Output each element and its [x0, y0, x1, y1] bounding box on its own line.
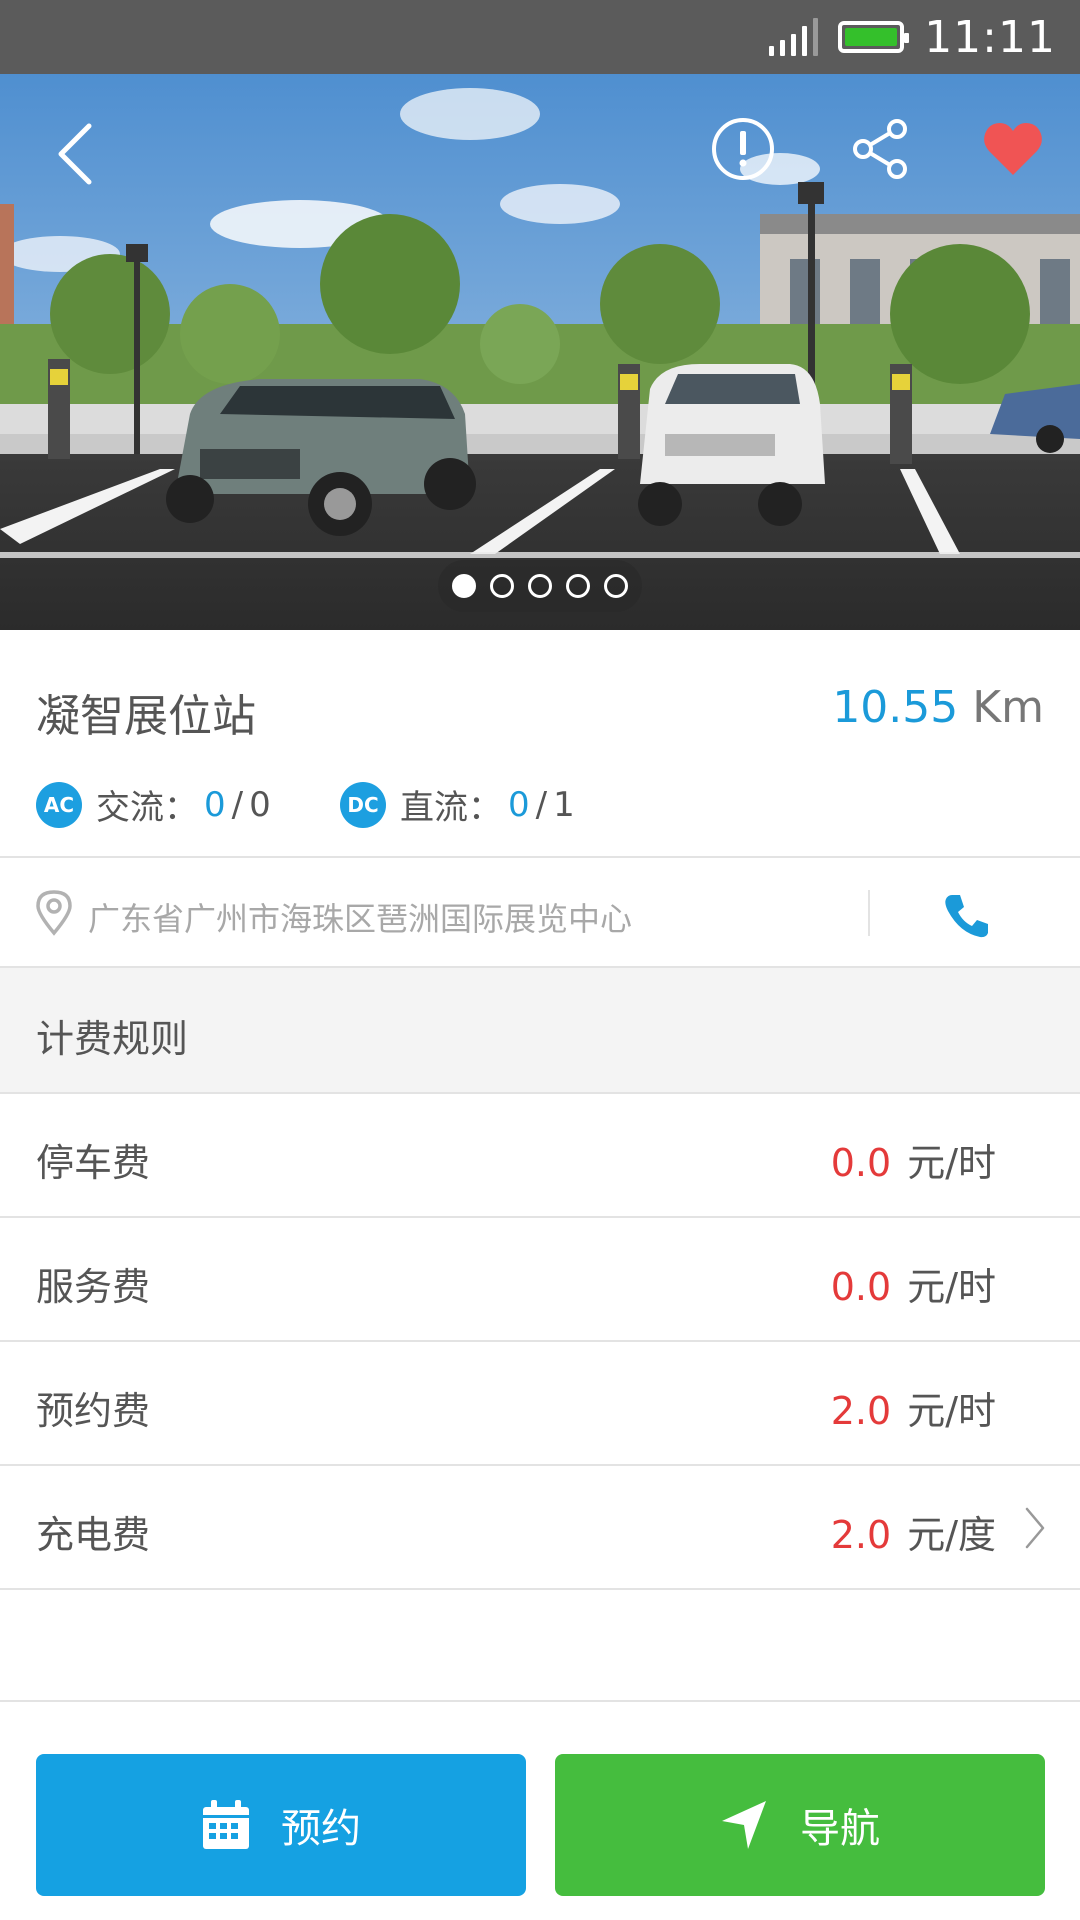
station-photo	[0, 74, 1080, 630]
station-info: 凝智展位站 10.55 Km AC 交流： 0 / 0 DC 直流： 0 / 1	[0, 630, 1080, 858]
fee-rules-header: 计费规则	[0, 968, 1080, 1094]
ac-badge: AC	[36, 781, 82, 828]
carousel-indicator	[438, 560, 642, 612]
phone-icon	[945, 895, 988, 938]
reserve-label: 预约	[281, 1806, 361, 1852]
fee-unit: 元/时	[907, 1141, 996, 1185]
reserve-button[interactable]: 预约	[36, 1754, 526, 1896]
share-icon	[853, 119, 907, 179]
fee-value: 0.0 元/时	[831, 1132, 996, 1187]
signal-icon	[769, 18, 819, 56]
dc-total: 1	[553, 784, 575, 825]
fee-price: 2.0	[830, 1513, 892, 1557]
fee-value: 2.0 元/时	[831, 1380, 996, 1435]
dc-label: 直流：	[400, 788, 502, 828]
carousel-dot[interactable]	[452, 574, 476, 598]
fee-label: 预约费	[36, 1389, 151, 1433]
station-distance: 10.55 Km	[832, 682, 1044, 733]
ac-total: 0	[249, 784, 271, 825]
address-text: 广东省广州市海珠区琶洲国际展览中心	[88, 900, 633, 938]
navigate-button[interactable]: 导航	[555, 1754, 1045, 1896]
carousel-dot[interactable]	[604, 574, 628, 598]
fee-label: 充电费	[36, 1513, 151, 1557]
dc-connector-status: DC 直流： 0 / 1	[340, 780, 575, 829]
fee-rules-title: 计费规则	[36, 1017, 189, 1061]
share-button[interactable]	[846, 114, 916, 184]
fee-row-service: 服务费 0.0 元/时	[0, 1218, 1080, 1342]
location-pin-icon	[36, 890, 72, 936]
station-photo-carousel[interactable]	[0, 74, 1080, 630]
navigate-label: 导航	[800, 1806, 880, 1852]
carousel-dot[interactable]	[490, 574, 514, 598]
fee-price: 0.0	[830, 1141, 892, 1185]
chevron-left-icon	[58, 123, 92, 185]
ac-available: 0	[204, 784, 226, 825]
exclamation-circle-icon	[712, 118, 774, 180]
favorite-button[interactable]	[976, 114, 1050, 184]
distance-unit: Km	[972, 682, 1044, 733]
fee-label: 服务费	[36, 1265, 151, 1309]
address-row[interactable]: 广东省广州市海珠区琶洲国际展览中心	[0, 858, 1080, 968]
call-button[interactable]	[930, 886, 1004, 946]
station-name: 凝智展位站	[36, 691, 256, 742]
chevron-right-icon	[1025, 1507, 1045, 1549]
divider	[0, 1700, 1080, 1702]
heart-icon	[984, 123, 1042, 175]
carousel-dot[interactable]	[528, 574, 552, 598]
fee-row-parking: 停车费 0.0 元/时	[0, 1094, 1080, 1218]
fee-row-reservation: 预约费 2.0 元/时	[0, 1342, 1080, 1466]
back-button[interactable]	[40, 114, 110, 194]
status-bar: 11:11	[0, 0, 1080, 74]
fee-value: 0.0 元/时	[831, 1256, 996, 1311]
ac-separator: /	[231, 784, 244, 825]
navigation-arrow-icon	[722, 1801, 766, 1849]
ac-connector-status: AC 交流： 0 / 0	[36, 780, 271, 829]
carousel-dot[interactable]	[566, 574, 590, 598]
distance-value: 10.55	[832, 682, 959, 733]
calendar-icon	[203, 1800, 249, 1849]
fee-label: 停车费	[36, 1141, 151, 1185]
dc-separator: /	[535, 784, 548, 825]
report-button[interactable]	[708, 114, 778, 184]
fee-price: 0.0	[830, 1265, 892, 1309]
fee-unit: 元/时	[907, 1389, 996, 1433]
fee-value: 2.0 元/度	[831, 1504, 996, 1559]
fee-unit: 元/度	[907, 1513, 996, 1557]
fee-unit: 元/时	[907, 1265, 996, 1309]
battery-icon	[838, 21, 910, 53]
status-time: 11:11	[924, 11, 1056, 63]
dc-badge: DC	[340, 781, 386, 828]
fee-price: 2.0	[830, 1389, 892, 1433]
divider	[868, 890, 870, 936]
fee-row-charging[interactable]: 充电费 2.0 元/度	[0, 1466, 1080, 1590]
ac-label: 交流：	[96, 788, 198, 828]
dc-available: 0	[508, 784, 530, 825]
